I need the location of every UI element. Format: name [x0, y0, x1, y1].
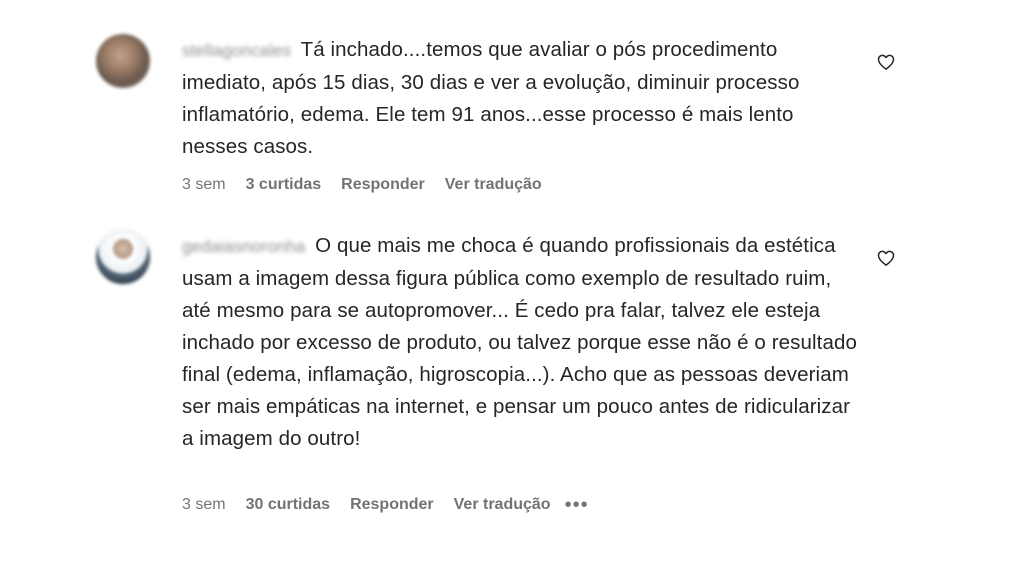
avatar[interactable]: [96, 34, 150, 88]
comment-text: O que mais me choca é quando profissiona…: [182, 234, 857, 450]
comment-meta: 3 sem 3 curtidas Responder Ver tradução: [182, 176, 542, 194]
see-translation-button[interactable]: Ver tradução: [454, 496, 551, 514]
comment-body: gedaiasnoronha O que mais me choca é qua…: [182, 230, 862, 455]
comment-meta: 3 sem 30 curtidas Responder Ver tradução…: [182, 495, 589, 515]
comment-body: stellagoncales Tá inchado....temos que a…: [182, 34, 862, 163]
see-translation-button[interactable]: Ver tradução: [445, 176, 542, 194]
likes-count[interactable]: 30 curtidas: [246, 496, 330, 514]
likes-count[interactable]: 3 curtidas: [246, 176, 322, 194]
comment-username[interactable]: stellagoncales: [182, 41, 291, 60]
comment-time[interactable]: 3 sem: [182, 496, 226, 514]
heart-outline-icon[interactable]: [876, 52, 896, 72]
comment-time[interactable]: 3 sem: [182, 176, 226, 194]
heart-outline-icon[interactable]: [876, 248, 896, 268]
comment-username[interactable]: gedaiasnoronha: [182, 237, 305, 256]
comment-list: stellagoncales Tá inchado....temos que a…: [0, 0, 1024, 564]
reply-button[interactable]: Responder: [341, 176, 425, 194]
reply-button[interactable]: Responder: [350, 496, 434, 514]
more-options-icon[interactable]: •••: [565, 495, 589, 515]
avatar[interactable]: [96, 230, 150, 284]
